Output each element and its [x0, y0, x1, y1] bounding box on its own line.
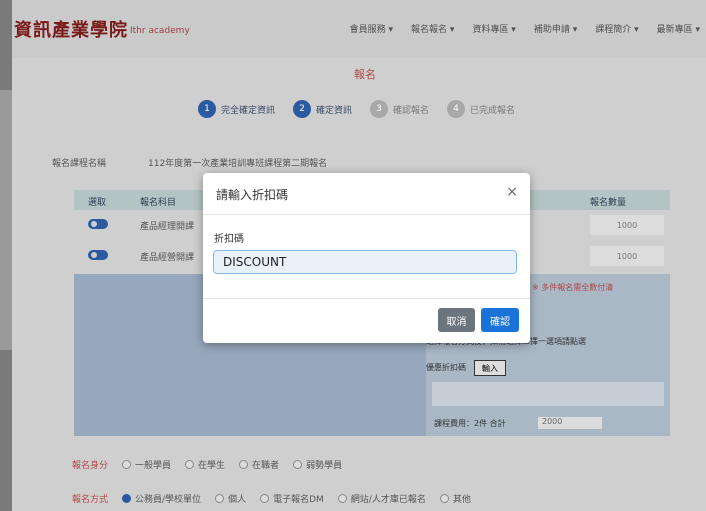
course-name: 112年度第一次產業培訓專班課程第二期報名 — [148, 159, 328, 169]
quantity-field[interactable]: 1000 — [590, 246, 664, 266]
subject-name: 產品經理開課 — [140, 222, 195, 232]
col-select: 選取 — [88, 198, 107, 208]
nav-item-subsidy[interactable]: 補助申請 ▾ — [534, 22, 577, 35]
identity-options: 報名身分 一般學員 在學生 在職者 弱勢學員 — [72, 458, 342, 471]
discount-open-button[interactable]: 輸入 — [474, 360, 506, 376]
step-label: 確認報名 — [393, 105, 430, 116]
course-label: 報名課程名稱 — [52, 159, 107, 169]
col-subject: 報名科目 — [140, 198, 177, 208]
step-number: 2 — [293, 100, 312, 118]
nav-item-signup[interactable]: 報名報名 ▾ — [411, 22, 454, 35]
subject-name: 產品經營開課 — [140, 253, 195, 263]
step-3: 3 確認報名 — [370, 100, 429, 118]
discount-field-label: 折扣碼 — [214, 234, 244, 245]
step-4: 4 已完成報名 — [447, 100, 515, 118]
nav-item-member[interactable]: 會員服務 ▾ — [350, 22, 393, 35]
radio-option[interactable]: 在職者 — [239, 458, 279, 471]
signup-method-options: 報名方式 公務員/學校單位 個人 電子報名DM 網站/人才庫已報名 其他 — [72, 492, 471, 505]
nav-item-news[interactable]: 最新專區 ▾ — [657, 22, 700, 35]
discount-display-box — [432, 382, 664, 406]
step-1: 1 完全確定資訊 — [198, 100, 275, 118]
step-label: 完全確定資訊 — [221, 105, 276, 116]
radio-option[interactable]: 在學生 — [185, 458, 225, 471]
radio-option-selected[interactable]: 公務員/學校單位 — [122, 492, 201, 505]
select-toggle[interactable] — [88, 219, 108, 229]
site-logo-subtitle: Ithr academy — [130, 26, 190, 36]
nav-item-courses[interactable]: 課程簡介 ▾ — [595, 22, 638, 35]
discount-code-input[interactable] — [213, 250, 517, 274]
course-row: 報名課程名稱 112年度第一次產業培訓專班課程第二期報名 — [52, 156, 327, 169]
discount-modal: 請輸入折扣碼 × 折扣碼 取消 確認 — [203, 173, 530, 343]
site-logo[interactable]: 資訊產業學院 — [14, 16, 128, 42]
main-nav: 會員服務 ▾ 報名報名 ▾ 資料專區 ▾ 補助申請 ▾ 課程簡介 ▾ 最新專區 … — [350, 22, 700, 35]
col-quantity: 報名數量 — [590, 198, 627, 208]
step-number: 4 — [447, 100, 466, 118]
modal-divider — [203, 214, 530, 215]
radio-option[interactable]: 一般學員 — [122, 458, 171, 471]
nav-item-resources[interactable]: 資料專區 ▾ — [472, 22, 515, 35]
total-row: 課程費用：2件 合計 2000 — [426, 414, 670, 432]
quantity-field[interactable]: 1000 — [590, 215, 664, 235]
discount-label: 優惠折扣碼 — [426, 363, 466, 372]
step-2: 2 確定資訊 — [293, 100, 352, 118]
close-icon[interactable]: × — [506, 184, 518, 200]
total-label: 課程費用：2件 合計 — [434, 419, 506, 428]
radio-option[interactable]: 電子報名DM — [260, 492, 324, 505]
step-label: 已完成報名 — [470, 105, 516, 116]
warning-note: ※ 多件報名需全數付清 — [532, 283, 614, 292]
step-number: 3 — [370, 100, 389, 118]
modal-divider — [203, 298, 530, 299]
radio-option[interactable]: 個人 — [215, 492, 246, 505]
modal-title: 請輸入折扣碼 — [216, 188, 289, 202]
option-key: 報名方式 — [72, 495, 109, 505]
site-header: 資訊產業學院 Ithr academy 會員服務 ▾ 報名報名 ▾ 資料專區 ▾… — [12, 0, 706, 58]
progress-steps: 1 完全確定資訊 2 確定資訊 3 確認報名 4 已完成報名 — [198, 100, 515, 118]
confirm-button[interactable]: 確認 — [481, 308, 519, 332]
option-key: 報名身分 — [72, 461, 109, 471]
cancel-button[interactable]: 取消 — [438, 308, 475, 332]
radio-option[interactable]: 網站/人才庫已報名 — [338, 492, 426, 505]
radio-option[interactable]: 弱勢學員 — [293, 458, 342, 471]
total-value: 2000 — [538, 417, 602, 429]
section-title: 報名 — [354, 68, 376, 81]
background-strip — [0, 90, 12, 350]
radio-option[interactable]: 其他 — [440, 492, 471, 505]
step-number: 1 — [198, 100, 216, 118]
select-toggle[interactable] — [88, 250, 108, 260]
step-label: 確定資訊 — [316, 105, 353, 116]
